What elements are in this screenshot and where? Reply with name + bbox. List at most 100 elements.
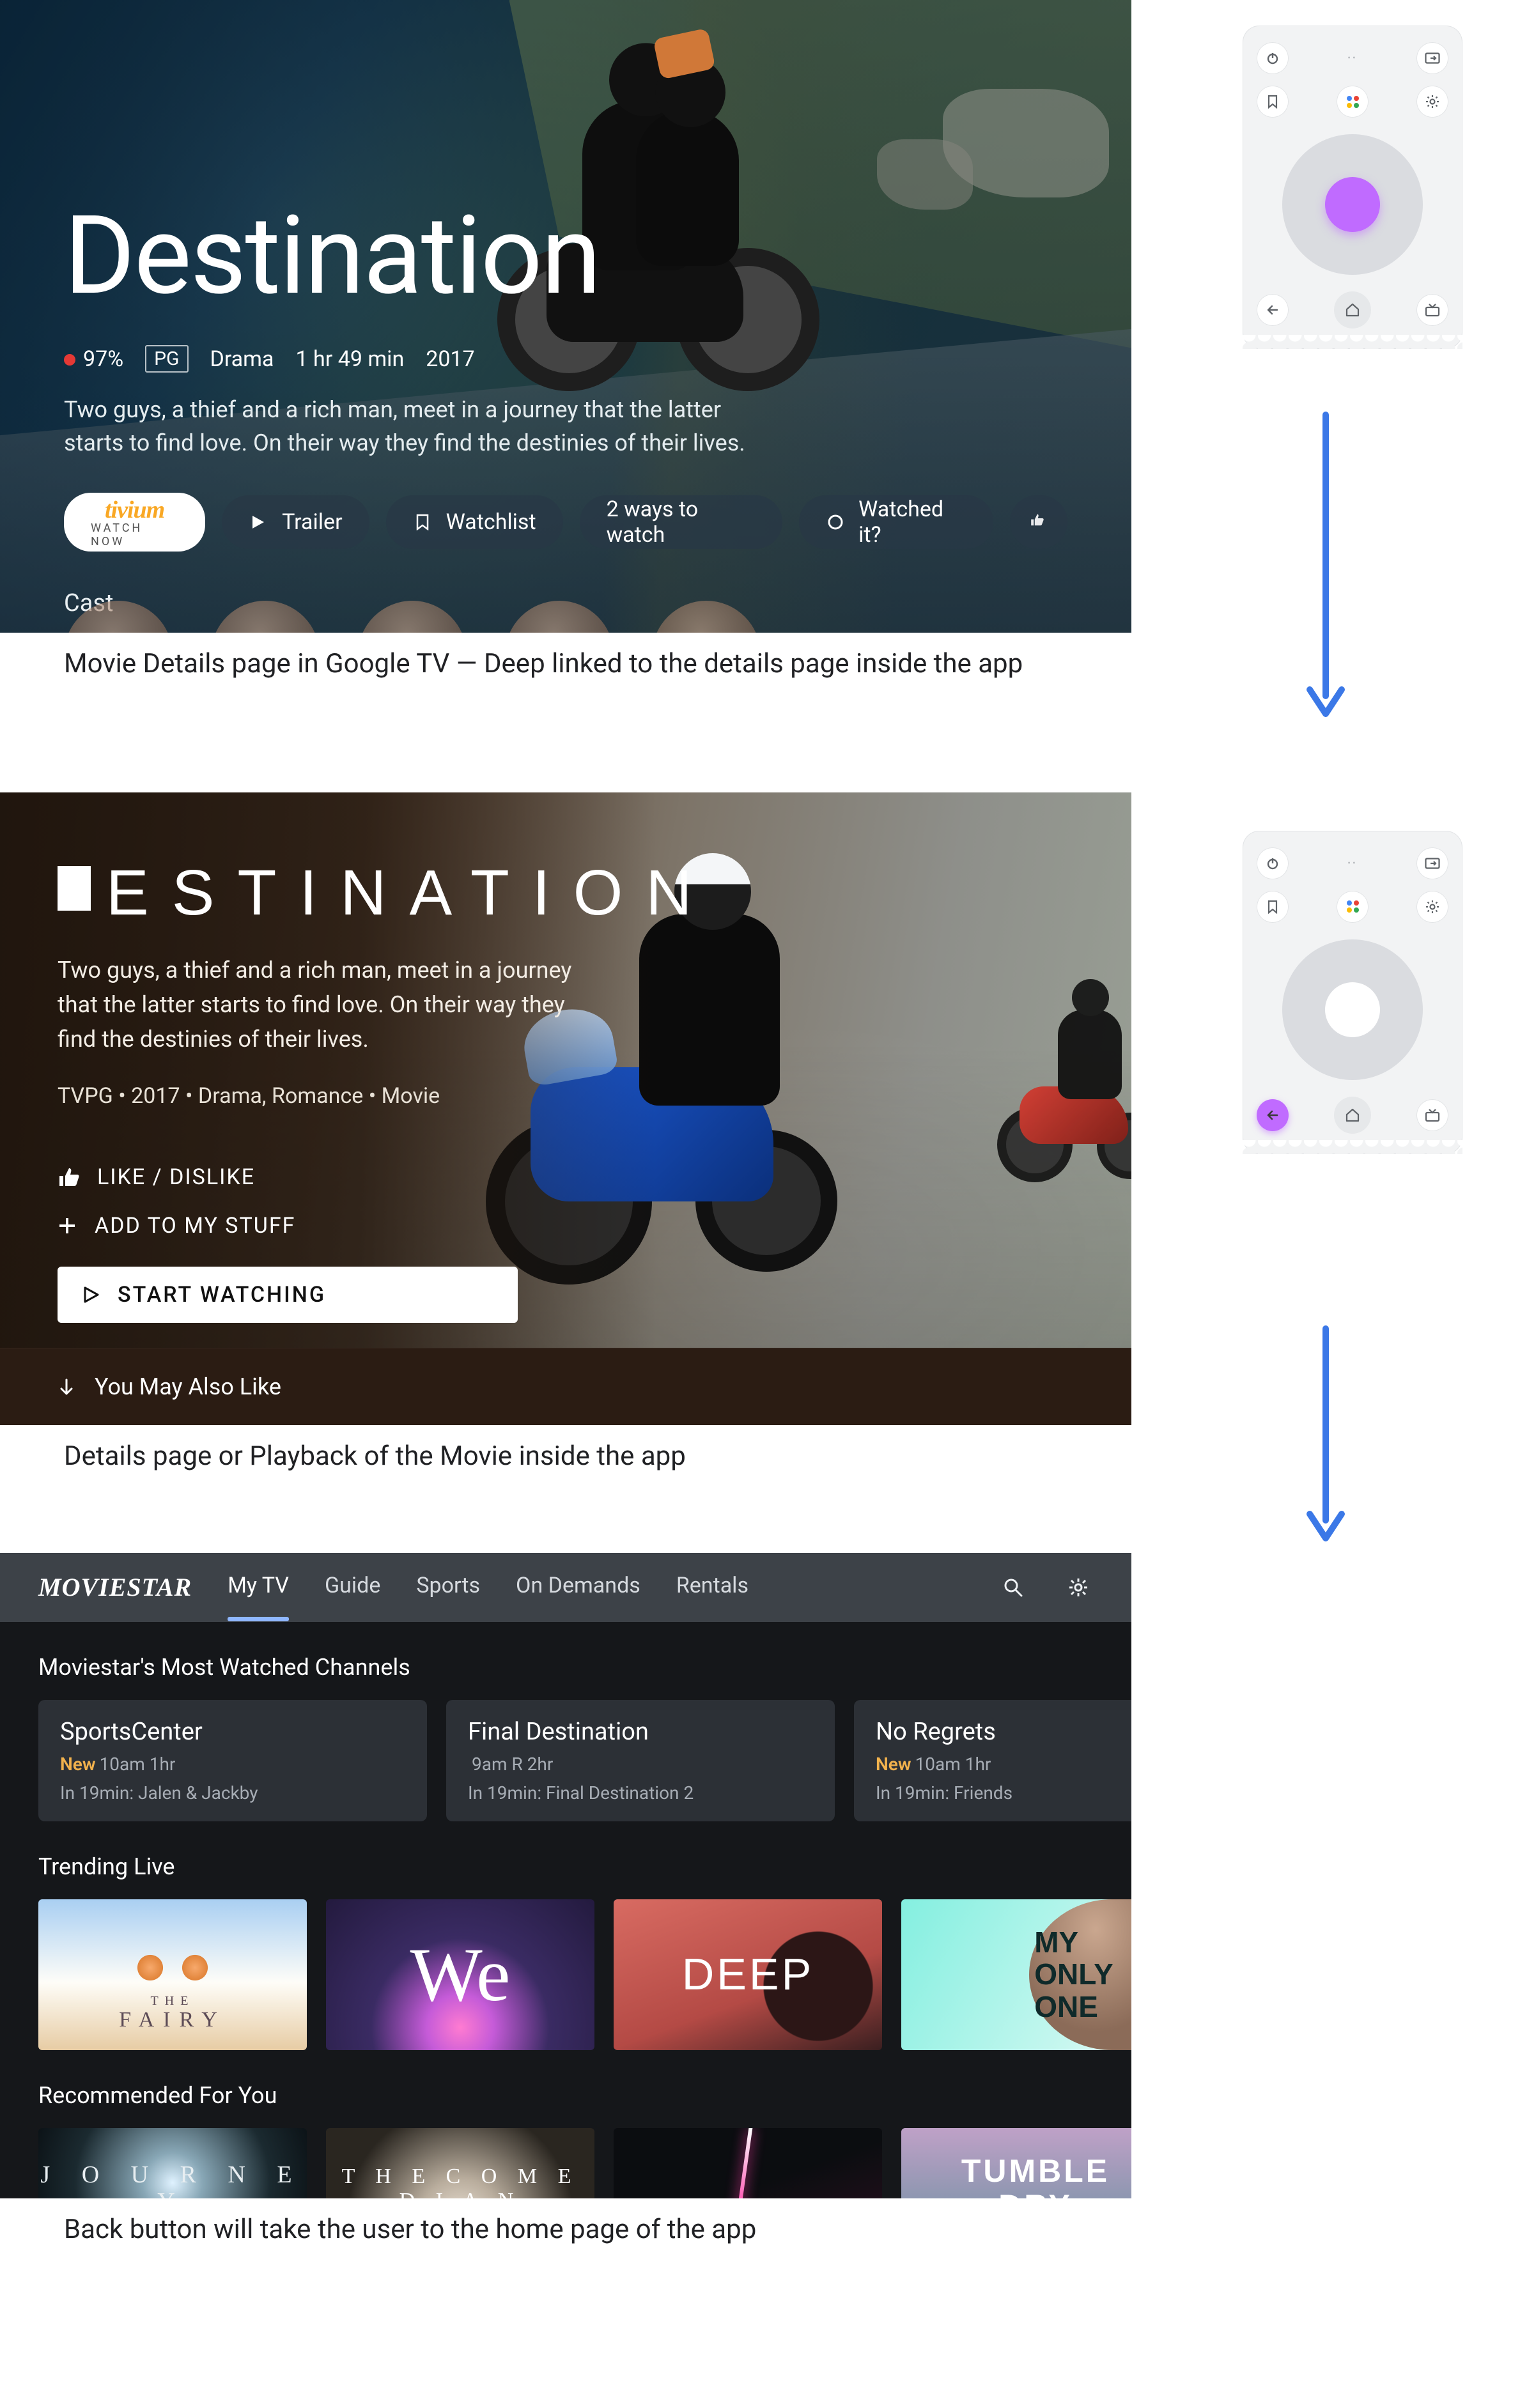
remote-home-button[interactable] (1334, 291, 1371, 328)
remote-home-button[interactable] (1334, 1097, 1371, 1134)
remote-settings-button[interactable] (1416, 86, 1448, 118)
plus-icon (58, 1216, 77, 1235)
tile-label: MY ONLY ONE (1034, 1926, 1113, 2023)
rating-pg: PG (145, 345, 188, 373)
remote-dpad-center[interactable] (1325, 982, 1380, 1037)
app-brand: MOVIESTAR (38, 1572, 192, 1602)
section-trending-title: Trending Live (0, 1821, 1131, 1899)
google-tv-details-screen: Destination 97% PG Drama 1 hr 49 min 201… (0, 0, 1131, 633)
tab-sports[interactable]: Sports (416, 1573, 480, 1602)
watched-it-button[interactable]: Watched it? (799, 495, 993, 549)
remote-dpad[interactable] (1282, 134, 1423, 275)
remote-bookmark-button[interactable] (1257, 86, 1289, 118)
remote-bookmark-button[interactable] (1257, 891, 1289, 923)
trailer-button[interactable]: Trailer (222, 495, 369, 549)
in-app-details-screen: ESTINATION Two guys, a thief and a rich … (0, 792, 1131, 1425)
trending-tile-fairy[interactable]: THEFAIRY (38, 1899, 307, 2050)
ways-label: 2 ways to watch (607, 497, 756, 548)
trending-tile-deep[interactable]: DEEP (614, 1899, 882, 2050)
year: 2017 (426, 346, 474, 372)
rec-tile-tumble[interactable]: TUMBLE DRY (901, 2128, 1131, 2198)
like-dislike-button[interactable]: LIKE / DISLIKE (58, 1164, 518, 1190)
thumbs-icon (1029, 513, 1048, 532)
tab-my-tv[interactable]: My TV (228, 1573, 289, 1602)
channel-title: SportsCenter (60, 1718, 405, 1746)
channel-time: 10am 1hr (100, 1754, 176, 1775)
rate-button[interactable] (1010, 495, 1067, 549)
channel-card[interactable]: Final Destination 9am R 2hr In 19min: Fi… (446, 1700, 835, 1821)
like-label: LIKE / DISLIKE (97, 1164, 255, 1190)
trailer-label: Trailer (282, 509, 342, 535)
remote-mic-icon: •• (1338, 858, 1367, 868)
tab-guide[interactable]: Guide (325, 1573, 380, 1602)
circle-icon (826, 513, 844, 532)
flow-arrow-2 (1303, 1322, 1348, 1546)
settings-button[interactable] (1064, 1573, 1093, 1602)
rec-tile-source[interactable]: THE SOURCE (614, 2128, 882, 2198)
ways-to-watch-button[interactable]: 2 ways to watch (580, 495, 783, 549)
channel-next: In 19min: Jalen & Jackby (60, 1782, 405, 1803)
watch-now-button[interactable]: tivium WATCH NOW (64, 493, 205, 552)
channel-next: In 19min: Friends (876, 1782, 1131, 1803)
add-to-my-stuff-button[interactable]: ADD TO MY STUFF (58, 1213, 518, 1239)
thumb-up-icon (58, 1167, 79, 1187)
tile-label: J O U R N E Y (38, 2162, 307, 2198)
channel-card[interactable]: No Regrets New10am 1hr In 19min: Friends (854, 1700, 1131, 1821)
channel-title: No Regrets (876, 1718, 1131, 1746)
title-logo-mark (58, 866, 91, 911)
start-label: START WATCHING (118, 1282, 326, 1308)
watchlist-label: Watchlist (446, 509, 536, 535)
channel-title: Final Destination (468, 1718, 813, 1746)
trending-tile-one[interactable]: MY ONLY ONE (901, 1899, 1131, 2050)
remote-live-button[interactable] (1416, 1099, 1448, 1131)
channel-time: 9am R 2hr (472, 1754, 553, 1775)
rec-tile-journey[interactable]: J O U R N E Y (38, 2128, 307, 2198)
remote-back-button[interactable] (1257, 1099, 1289, 1131)
remote-input-button[interactable] (1416, 42, 1448, 74)
remote-dpad-center[interactable] (1325, 177, 1380, 232)
app-description: Two guys, a thief and a rich man, meet i… (58, 953, 582, 1056)
moviestar-home-screen: MOVIESTAR My TV Guide Sports On Demands … (0, 1553, 1131, 2198)
watch-now-label: WATCH NOW (91, 521, 178, 548)
top-nav: MOVIESTAR My TV Guide Sports On Demands … (0, 1553, 1131, 1622)
section-channels-title: Moviestar's Most Watched Channels (0, 1622, 1131, 1700)
app-meta: TVPG • 2017 • Drama, Romance • Movie (58, 1083, 715, 1109)
new-badge: New (876, 1754, 911, 1775)
runtime: 1 hr 49 min (295, 346, 404, 372)
play-icon (83, 1286, 100, 1304)
new-badge: New (60, 1754, 96, 1775)
remote-power-button[interactable] (1257, 847, 1289, 879)
channel-time: 10am 1hr (915, 1754, 991, 1775)
tile-label: DEEP (682, 1950, 814, 1999)
remote-input-button[interactable] (1416, 847, 1448, 879)
chevron-down-icon (58, 1377, 75, 1396)
trending-tile-we[interactable]: We (326, 1899, 594, 2050)
watchlist-button[interactable]: Watchlist (386, 495, 563, 549)
app-movie-title: ESTINATION (58, 856, 715, 930)
remote-back-button[interactable] (1257, 294, 1289, 326)
remote-power-button[interactable] (1257, 42, 1289, 74)
remote-live-button[interactable] (1416, 294, 1448, 326)
genre: Drama (210, 346, 274, 372)
tab-rentals[interactable]: Rentals (676, 1573, 748, 1602)
start-watching-button[interactable]: START WATCHING (58, 1267, 518, 1323)
rating-percent: 97% (64, 346, 123, 372)
tab-on-demands[interactable]: On Demands (516, 1573, 640, 1602)
remote-settings-button[interactable] (1416, 891, 1448, 923)
rec-tile-comedian[interactable]: T H E C O M E D I A N (326, 2128, 594, 2198)
remote-1: •• (1243, 26, 1462, 349)
remote-assistant-button[interactable] (1337, 891, 1369, 923)
search-button[interactable] (998, 1573, 1028, 1602)
movie-title: Destination (64, 192, 1067, 320)
remote-assistant-button[interactable] (1337, 86, 1369, 118)
channel-next: In 19min: Final Destination 2 (468, 1782, 813, 1803)
remote-mic-icon: •• (1338, 53, 1367, 63)
tile-label: T H E C O M E D I A N (326, 2165, 594, 2198)
remote-dpad[interactable] (1282, 939, 1423, 1080)
channel-card[interactable]: SportsCenter New10am 1hr In 19min: Jalen… (38, 1700, 427, 1821)
movie-description: Two guys, a thief and a rich man, meet i… (64, 393, 767, 459)
caption-1: Movie Details page in Google TV — Deep l… (0, 633, 1131, 683)
bookmark-icon (413, 513, 432, 532)
remote-2: •• (1243, 831, 1462, 1154)
you-may-also-like-row[interactable]: You May Also Like (0, 1348, 1131, 1425)
